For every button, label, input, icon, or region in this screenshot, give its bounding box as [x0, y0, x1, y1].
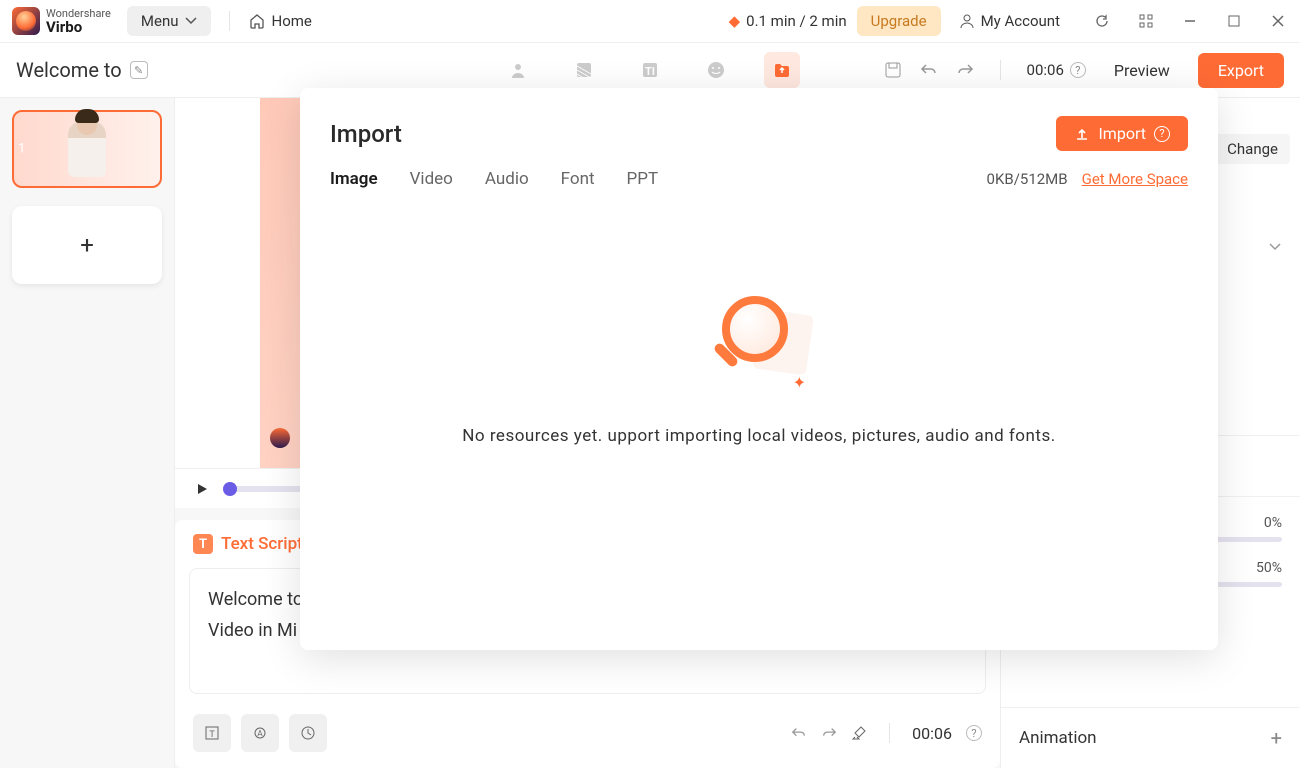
import-button[interactable]: Import ?	[1056, 116, 1188, 151]
credits-display: ◆ 0.1 min / 2 min	[729, 12, 847, 30]
chevron-down-icon	[185, 17, 197, 25]
account-button[interactable]: My Account	[951, 8, 1068, 34]
tab-audio[interactable]: Audio	[485, 169, 529, 189]
credits-text: 0.1 min / 2 min	[746, 12, 847, 30]
tab-ppt[interactable]: PPT	[627, 169, 659, 189]
storage-info: 0KB/512MB Get More Space	[987, 170, 1188, 188]
script-footer: T A 00:06 ?	[175, 702, 1000, 768]
modal-tabs: Image Video Audio Font PPT 0KB/512MB Get…	[330, 169, 1188, 189]
avatar-figure	[68, 121, 106, 177]
center-tools: TI	[500, 52, 800, 88]
tab-font[interactable]: Font	[561, 169, 595, 189]
script-duration: 00:06	[912, 724, 952, 743]
help-icon[interactable]: ?	[1154, 126, 1170, 142]
separator	[889, 723, 890, 743]
storage-usage: 0KB/512MB	[987, 170, 1068, 188]
help-icon[interactable]: ?	[1070, 62, 1086, 78]
animation-label: Animation	[1019, 728, 1097, 748]
maximize-button[interactable]	[1224, 11, 1244, 31]
title-bar: Wondershare Virbo Menu Home ◆ 0.1 min / …	[0, 0, 1300, 43]
script-undo-icon[interactable]	[791, 725, 807, 741]
chevron-down-icon	[1268, 242, 1282, 252]
upgrade-button[interactable]: Upgrade	[857, 6, 941, 36]
sticker-tool-icon[interactable]	[698, 52, 734, 88]
import-modal: Import Import ? Image Video Audio Font P…	[300, 88, 1218, 650]
scrubber-thumb[interactable]	[223, 482, 237, 496]
doc-title-text: Welcome to	[16, 58, 122, 82]
slide-number: 1	[18, 142, 25, 157]
duration-display: 00:06 ?	[1027, 61, 1086, 79]
text-tool-icon[interactable]: TI	[632, 52, 668, 88]
change-button[interactable]: Change	[1215, 134, 1290, 164]
undo-icon[interactable]	[920, 61, 938, 79]
text-script-icon: T	[193, 534, 213, 554]
separator	[229, 11, 230, 31]
script-tool-2[interactable]: A	[241, 714, 279, 752]
slides-sidebar: 1 +	[0, 98, 175, 768]
add-slide-button[interactable]: +	[12, 206, 162, 284]
home-icon	[248, 12, 266, 30]
script-tab-label: Text Script	[221, 534, 303, 554]
save-icon[interactable]	[884, 61, 902, 79]
document-title[interactable]: Welcome to ✎	[16, 58, 148, 82]
animation-section[interactable]: Animation +	[1001, 707, 1300, 768]
empty-message: No resources yet. upport importing local…	[462, 426, 1055, 446]
pitch-value: 0%	[1264, 515, 1282, 531]
empty-state: ✦ No resources yet. upport importing loc…	[330, 189, 1188, 549]
home-button[interactable]: Home	[248, 12, 312, 30]
duration-text: 00:06	[1027, 61, 1064, 79]
redo-icon[interactable]	[956, 61, 974, 79]
modal-title: Import	[330, 120, 402, 148]
broom-icon[interactable]	[851, 725, 867, 741]
menu-label: Menu	[141, 12, 179, 30]
tab-video[interactable]: Video	[410, 169, 453, 189]
canvas-badge-icon	[270, 428, 290, 448]
modal-header: Import Import ?	[330, 116, 1188, 151]
avatar-tool-icon[interactable]	[500, 52, 536, 88]
volume-value: 50%	[1256, 560, 1282, 576]
export-button[interactable]: Export	[1198, 53, 1284, 88]
grid-icon[interactable]	[1136, 11, 1156, 31]
minimize-button[interactable]	[1180, 11, 1200, 31]
brand-name: Virbo	[46, 18, 82, 36]
import-button-label: Import	[1098, 124, 1146, 143]
edit-icon[interactable]: ✎	[130, 61, 148, 79]
menu-button[interactable]: Menu	[127, 6, 211, 36]
user-icon	[959, 13, 975, 29]
app-logo: Wondershare Virbo	[12, 7, 111, 35]
magnifier-icon: ✦	[704, 292, 814, 402]
right-tools: 00:06 ? Preview Export	[884, 53, 1284, 88]
diamond-icon: ◆	[729, 12, 741, 30]
refresh-icon[interactable]	[1092, 11, 1112, 31]
script-tool-1[interactable]: T	[193, 714, 231, 752]
play-button[interactable]	[195, 482, 209, 496]
svg-text:A: A	[257, 729, 263, 738]
home-label: Home	[272, 12, 312, 30]
import-tool-icon[interactable]	[764, 52, 800, 88]
preview-button[interactable]: Preview	[1104, 55, 1180, 86]
plus-icon[interactable]: +	[1271, 726, 1282, 750]
logo-icon	[12, 7, 40, 35]
script-tool-3[interactable]	[289, 714, 327, 752]
svg-text:T: T	[209, 730, 215, 740]
svg-text:TI: TI	[645, 65, 655, 78]
tab-image[interactable]: Image	[330, 169, 378, 189]
background-tool-icon[interactable]	[566, 52, 602, 88]
slide-thumbnail[interactable]: 1	[12, 110, 162, 188]
account-label: My Account	[981, 12, 1060, 30]
get-more-space-link[interactable]: Get More Space	[1082, 170, 1188, 188]
close-button[interactable]	[1268, 11, 1288, 31]
upload-icon	[1074, 126, 1090, 142]
separator	[1000, 60, 1001, 80]
help-icon[interactable]: ?	[966, 725, 982, 741]
script-redo-icon[interactable]	[821, 725, 837, 741]
